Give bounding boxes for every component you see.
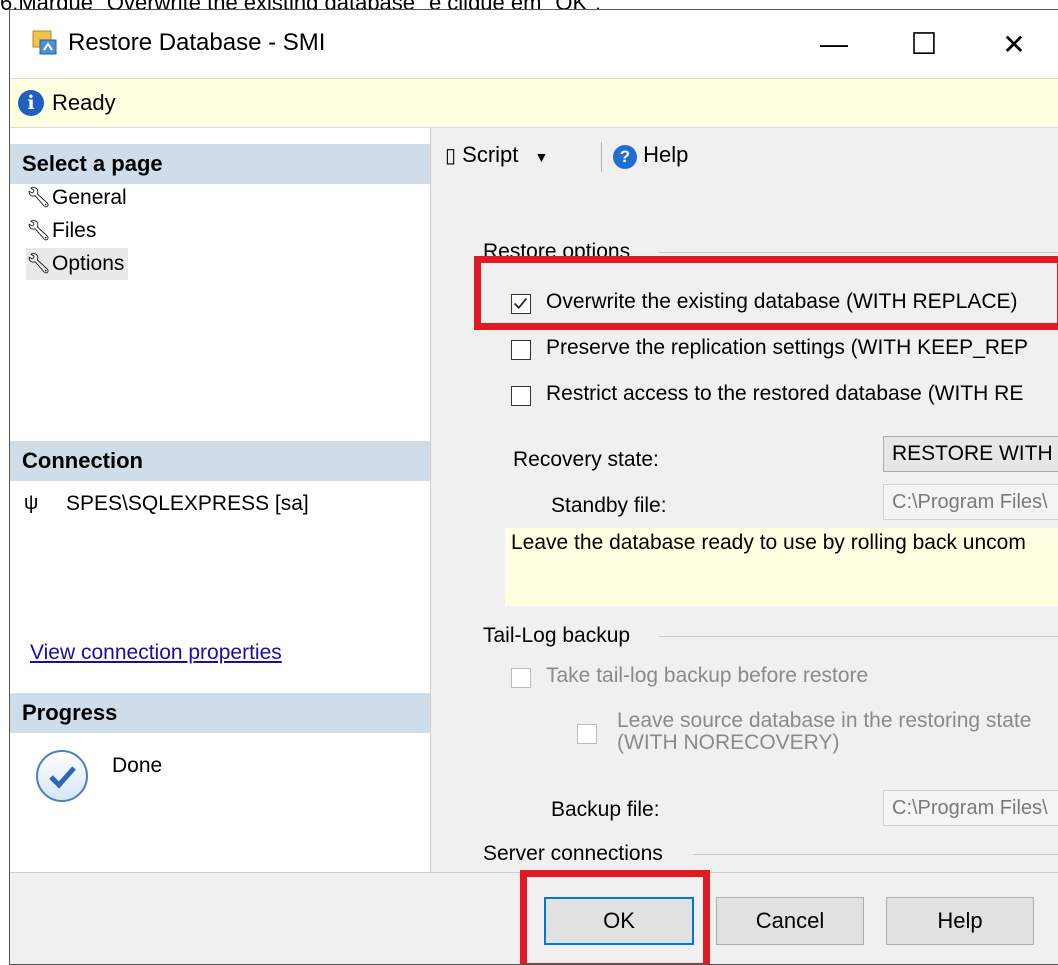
progress-header: Progress <box>10 693 430 733</box>
preserve-replication-label: Preserve the replication settings (WITH … <box>546 336 1029 359</box>
restrict-access-checkbox[interactable] <box>511 386 531 406</box>
help-label: Help <box>643 142 689 167</box>
options-pane: ▯ Script ▼ ? Help Restore options Overwr… <box>431 128 1058 872</box>
page-item-files[interactable]: 🔧︎Files <box>26 215 100 247</box>
preserve-replication-checkbox[interactable] <box>511 340 531 360</box>
help-button[interactable]: Help <box>886 897 1034 945</box>
backup-file-input[interactable]: C:\Program Files\ <box>883 790 1058 826</box>
script-button[interactable]: ▯ Script ▼ <box>445 142 548 168</box>
view-connection-properties-link[interactable]: View connection properties <box>30 641 282 665</box>
toolbar-divider <box>601 142 602 172</box>
wrench-icon: 🔧︎ <box>26 253 52 275</box>
toolbar: ▯ Script ▼ ? Help <box>431 128 1058 186</box>
wrench-icon: 🔧︎ <box>26 220 52 242</box>
overwrite-highlight-box <box>474 256 1058 330</box>
page-item-general[interactable]: 🔧︎General <box>26 182 131 214</box>
chevron-down-icon: ▼ <box>534 149 549 165</box>
group-divider <box>693 854 1058 855</box>
info-icon: i <box>18 90 44 116</box>
server-connections-label: Server connections <box>483 842 663 865</box>
done-check-icon <box>36 750 88 802</box>
maximize-icon: ☐ <box>910 27 938 61</box>
connection-header: Connection <box>10 441 430 481</box>
group-divider <box>659 636 1058 637</box>
restrict-access-label: Restrict access to the restored database… <box>546 382 1024 405</box>
ok-highlight-box <box>520 870 710 964</box>
close-icon: ✕ <box>1002 28 1026 60</box>
script-icon: ▯ <box>445 145 457 167</box>
page-item-label: Options <box>52 252 125 275</box>
take-tail-log-checkbox[interactable] <box>511 668 531 688</box>
standby-file-input[interactable]: C:\Program Files\ <box>883 484 1058 520</box>
tail-log-label: Tail-Log backup <box>483 624 631 647</box>
page-item-options[interactable]: 🔧︎Options <box>26 248 129 280</box>
cancel-button[interactable]: Cancel <box>716 897 864 945</box>
leave-source-label: Leave source database in the restoring s… <box>617 710 1031 754</box>
status-bar: i Ready <box>10 78 1058 128</box>
page-item-label: Files <box>52 219 97 242</box>
script-label: Script <box>462 142 519 167</box>
left-pane: Select a page 🔧︎General 🔧︎Files 🔧︎Option… <box>10 128 431 872</box>
take-tail-log-label: Take tail-log backup before restore <box>546 664 869 687</box>
minimize-icon: — <box>820 28 848 59</box>
recovery-description: Leave the database ready to use by rolli… <box>505 528 1058 606</box>
leave-source-checkbox[interactable] <box>577 724 597 744</box>
restore-database-dialog: Restore Database - SMI — ☐ ✕ i Ready Sel… <box>9 9 1058 965</box>
standby-file-label: Standby file: <box>551 494 667 517</box>
restore-database-icon <box>32 30 57 55</box>
title-bar: Restore Database - SMI — ☐ ✕ <box>10 10 1058 78</box>
connection-icon: ψ <box>24 492 39 514</box>
recovery-state-label: Recovery state: <box>513 448 659 471</box>
leave-source-line1: Leave source database in the restoring s… <box>617 709 1032 732</box>
wrench-icon: 🔧︎ <box>26 187 52 209</box>
page-item-label: General <box>52 186 127 209</box>
group-divider <box>659 252 1058 253</box>
help-icon: ? <box>613 145 637 169</box>
backup-file-label: Backup file: <box>551 798 660 821</box>
status-text: Ready <box>52 90 116 115</box>
window-title: Restore Database - SMI <box>68 29 326 56</box>
help-toolbar-button[interactable]: ? Help <box>613 142 688 169</box>
recovery-state-select[interactable]: RESTORE WITH <box>883 436 1058 472</box>
minimize-button[interactable]: — <box>792 10 876 78</box>
select-page-header: Select a page <box>10 144 430 184</box>
leave-source-line2: (WITH NORECOVERY) <box>617 731 840 754</box>
progress-status: Done <box>112 754 163 777</box>
close-button[interactable]: ✕ <box>972 10 1056 78</box>
maximize-button[interactable]: ☐ <box>882 10 966 78</box>
connection-value: SPES\SQLEXPRESS [sa] <box>66 492 309 515</box>
